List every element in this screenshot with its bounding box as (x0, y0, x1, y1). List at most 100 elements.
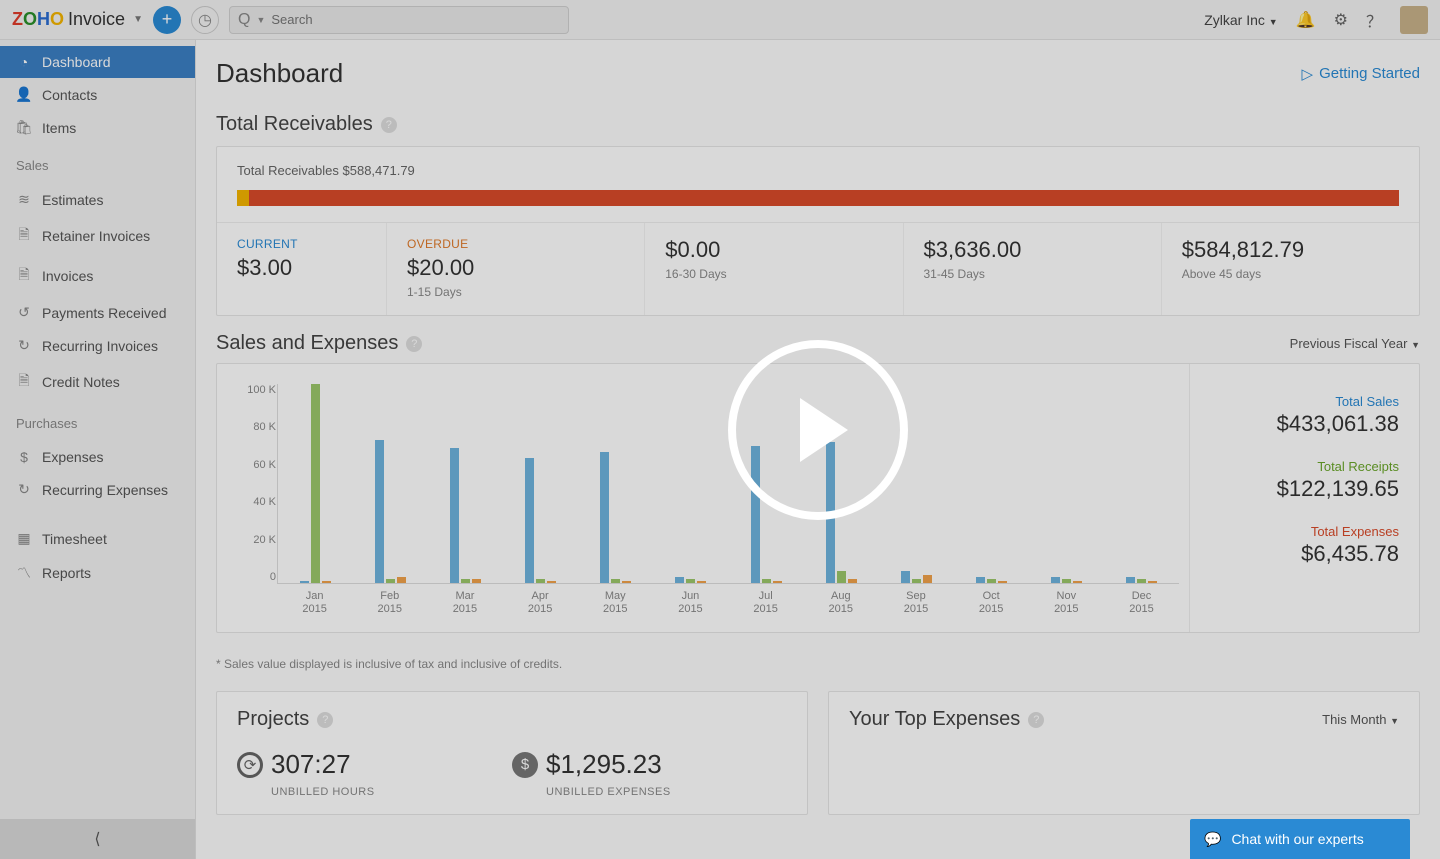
play-video-button[interactable] (728, 340, 908, 520)
chart-xlabel: Oct2015 (954, 590, 1029, 616)
sales-expenses-range-dropdown[interactable]: Previous Fiscal Year ▼ (1290, 336, 1420, 351)
page-title: Dashboard (216, 58, 343, 89)
chart-bar (1148, 581, 1157, 583)
dollar-icon: $ (512, 752, 538, 778)
chart-bar (375, 440, 384, 583)
recent-activity-button[interactable]: ◷ (191, 6, 219, 34)
chart-month-apr (503, 384, 578, 583)
help-icon[interactable]: ? (406, 336, 422, 352)
sidebar: ◔Dashboard👤Contacts🛍Items Sales ≋Estimat… (0, 40, 196, 859)
sidebar-item-label: Credit Notes (42, 374, 120, 390)
chevron-down-icon: ▼ (1269, 17, 1278, 27)
sidebar-item-invoices[interactable]: 🗎Invoices (0, 256, 195, 296)
nav-icon: 🗎 (16, 224, 32, 248)
chart-bar (762, 579, 771, 583)
org-switcher[interactable]: Zylkar Inc ▼ (1204, 12, 1278, 28)
chart-bar (1062, 579, 1071, 583)
sidebar-item-label: Timesheet (42, 531, 107, 547)
sidebar-item-label: Dashboard (42, 54, 111, 70)
chart-bar (525, 458, 534, 583)
chart-bar (472, 579, 481, 583)
chart-bar (1073, 581, 1082, 583)
clock-icon: ⟳ (237, 752, 263, 778)
topbar: ZOHO Invoice ▼ + ◷ Q ▼ Zylkar Inc ▼ 🔔 ⚙ … (0, 0, 1440, 40)
sidebar-item-recurring-expenses[interactable]: ↻Recurring Expenses (0, 473, 195, 506)
chart-bar (1051, 577, 1060, 583)
sidebar-item-payments-received[interactable]: ↺Payments Received (0, 296, 195, 329)
receivables-bucket-1: $0.00 16-30 Days (645, 223, 903, 315)
nav-icon: ↻ (16, 337, 32, 354)
sidebar-item-estimates[interactable]: ≋Estimates (0, 183, 195, 216)
bell-icon[interactable]: 🔔 (1296, 10, 1316, 30)
receivables-current: CURRENT $3.00 (217, 223, 387, 315)
receivables-bucket-0: OVERDUE $20.00 1-15 Days (387, 223, 645, 315)
add-button[interactable]: + (153, 6, 181, 34)
chart-month-oct (954, 384, 1029, 583)
chart-xlabel: Mar2015 (427, 590, 502, 616)
getting-started-link[interactable]: ▷ Getting Started (1302, 65, 1420, 83)
sales-expenses-summary: Total Sales $433,061.38 Total Receipts $… (1189, 364, 1419, 632)
chart-bar (300, 581, 309, 583)
top-expenses-range-dropdown[interactable]: This Month ▼ (1322, 712, 1399, 727)
chart-month-mar (428, 384, 503, 583)
sidebar-item-reports[interactable]: 〽Reports (0, 555, 195, 591)
chevron-down-icon: ▼ (133, 14, 143, 25)
chart-bar (987, 579, 996, 583)
projects-card: Projects ? ⟳307:27 UNBILLED HOURS $$1,29… (216, 691, 808, 815)
chart-month-feb (353, 384, 428, 583)
chart-bar (536, 579, 545, 583)
sidebar-item-items[interactable]: 🛍Items (0, 111, 195, 144)
top-expenses-card: Your Top Expenses ? This Month ▼ (828, 691, 1420, 815)
logo-zoho: ZOHO (12, 9, 64, 30)
help-icon[interactable]: ？ (1366, 8, 1382, 32)
chat-button[interactable]: 💬 Chat with our experts (1190, 819, 1410, 859)
chart-xlabel: Jan2015 (277, 590, 352, 616)
help-icon[interactable]: ? (317, 712, 333, 728)
search-input[interactable] (271, 12, 560, 27)
chevron-down-icon: ▼ (256, 15, 265, 25)
chart-bar (611, 579, 620, 583)
sidebar-collapse-button[interactable]: ⟨ (0, 819, 195, 859)
nav-icon: ≋ (16, 191, 32, 208)
chart-bar (386, 579, 395, 583)
chart-xlabel: Jun2015 (653, 590, 728, 616)
sidebar-item-timesheet[interactable]: ▦Timesheet (0, 522, 195, 555)
chart-bar (923, 575, 932, 583)
receivables-total: Total Receivables $588,471.79 (217, 147, 1419, 184)
sidebar-item-credit-notes[interactable]: 🗎Credit Notes (0, 362, 195, 402)
chart-bar (976, 577, 985, 583)
play-circle-icon: ▷ (1302, 65, 1314, 83)
sales-expenses-chart: 100 K80 K60 K40 K20 K0 Jan2015Feb2015Mar… (217, 364, 1189, 632)
chart-xlabel: Aug2015 (803, 590, 878, 616)
nav-icon: 🗎 (16, 264, 32, 288)
help-icon[interactable]: ? (381, 117, 397, 133)
help-icon[interactable]: ? (1028, 712, 1044, 728)
chart-bar (600, 452, 609, 583)
chart-bar (848, 579, 857, 583)
chart-bar (912, 579, 921, 583)
chart-xlabel: Jul2015 (728, 590, 803, 616)
receivables-bar-current (237, 190, 249, 206)
sidebar-item-contacts[interactable]: 👤Contacts (0, 78, 195, 111)
chart-bar (998, 581, 1007, 583)
brand-logo[interactable]: ZOHO Invoice ▼ (12, 9, 143, 30)
gear-icon[interactable]: ⚙ (1334, 10, 1348, 30)
avatar[interactable] (1400, 6, 1428, 34)
sidebar-item-dashboard[interactable]: ◔Dashboard (0, 46, 195, 78)
sidebar-item-label: Retainer Invoices (42, 228, 150, 244)
chart-bar (450, 448, 459, 583)
sidebar-item-label: Expenses (42, 449, 103, 465)
chart-xlabel: Dec2015 (1104, 590, 1179, 616)
sidebar-item-expenses[interactable]: $Expenses (0, 441, 195, 473)
sidebar-item-label: Recurring Expenses (42, 482, 168, 498)
receivables-bar (237, 190, 1399, 206)
chart-bar (773, 581, 782, 583)
chevron-down-icon: ▼ (1411, 340, 1420, 350)
sidebar-item-retainer-invoices[interactable]: 🗎 Retainer Invoices (0, 216, 195, 256)
sidebar-section-purchases: Purchases (0, 402, 195, 435)
sidebar-item-label: Payments Received (42, 305, 167, 321)
chart-month-jan (278, 384, 353, 583)
sidebar-item-label: Recurring Invoices (42, 338, 158, 354)
search-bar[interactable]: Q ▼ (229, 6, 569, 34)
sidebar-item-recurring-invoices[interactable]: ↻ Recurring Invoices (0, 329, 195, 362)
